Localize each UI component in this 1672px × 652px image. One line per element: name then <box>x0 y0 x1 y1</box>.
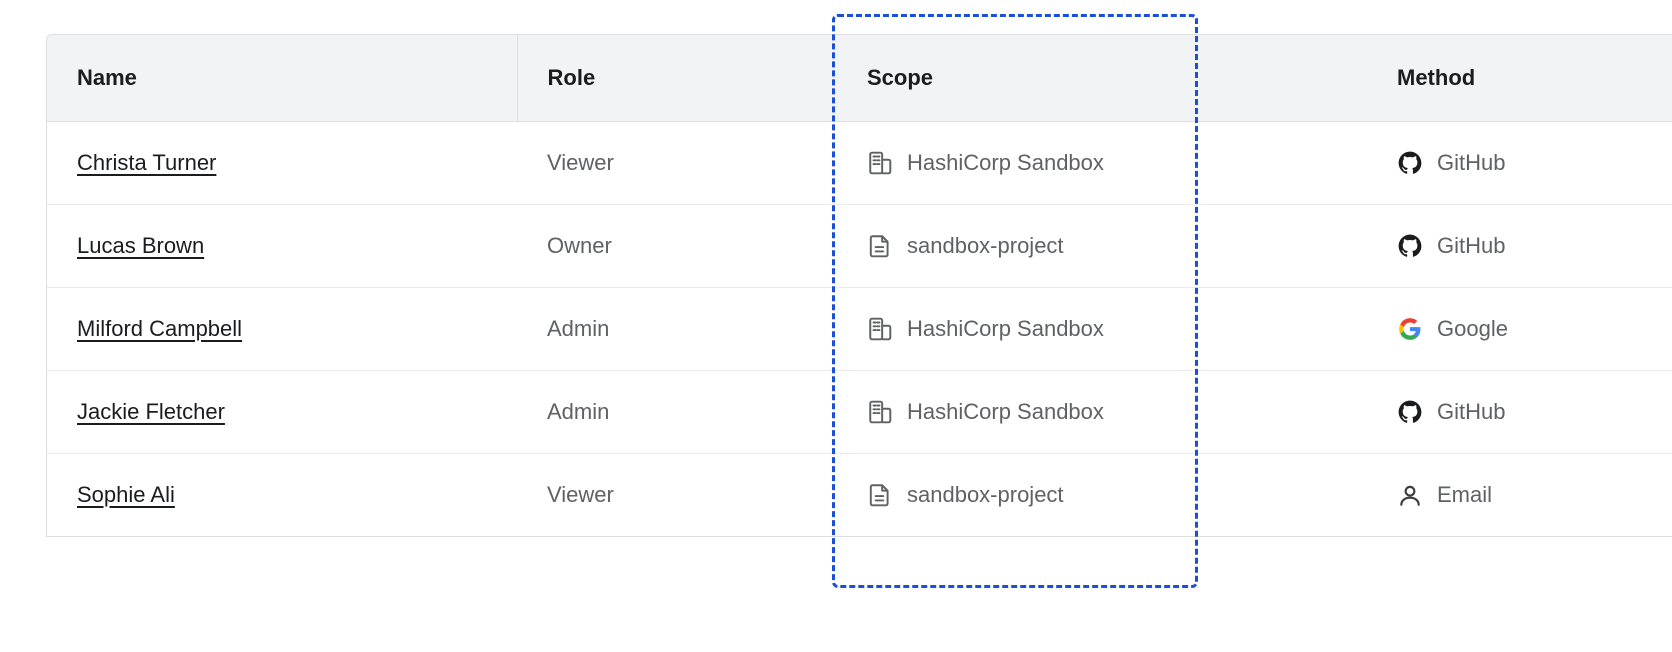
method-text: Google <box>1437 316 1508 342</box>
cell-name: Milford Campbell <box>47 288 517 371</box>
role-text: Viewer <box>547 150 614 175</box>
cell-scope: HashiCorp Sandbox <box>837 288 1367 371</box>
user-name-link[interactable]: Christa Turner <box>77 150 216 175</box>
method-text: GitHub <box>1437 399 1505 425</box>
column-header-role[interactable]: Role <box>517 35 837 122</box>
user-name-link[interactable]: Milford Campbell <box>77 316 242 341</box>
cell-role: Admin <box>517 371 837 454</box>
scope-text: HashiCorp Sandbox <box>907 316 1104 342</box>
cell-role: Viewer <box>517 122 837 205</box>
cell-name: Lucas Brown <box>47 205 517 288</box>
cell-method: GitHub <box>1367 205 1672 288</box>
method-text: GitHub <box>1437 150 1505 176</box>
role-text: Admin <box>547 316 609 341</box>
cell-method: Email <box>1367 454 1672 537</box>
scope-text: HashiCorp Sandbox <box>907 399 1104 425</box>
user-name-link[interactable]: Lucas Brown <box>77 233 204 258</box>
github-icon <box>1397 233 1423 259</box>
method-text: GitHub <box>1437 233 1505 259</box>
github-icon <box>1397 399 1423 425</box>
cell-name: Sophie Ali <box>47 454 517 537</box>
column-header-method[interactable]: Method <box>1367 35 1672 122</box>
organization-icon <box>867 399 893 425</box>
cell-name: Christa Turner <box>47 122 517 205</box>
google-icon <box>1397 316 1423 342</box>
cell-role: Owner <box>517 205 837 288</box>
cell-role: Viewer <box>517 454 837 537</box>
organization-icon <box>867 150 893 176</box>
project-icon <box>867 233 893 259</box>
user-name-link[interactable]: Jackie Fletcher <box>77 399 225 424</box>
cell-scope: HashiCorp Sandbox <box>837 122 1367 205</box>
cell-role: Admin <box>517 288 837 371</box>
organization-icon <box>867 316 893 342</box>
user-icon <box>1397 482 1423 508</box>
cell-method: GitHub <box>1367 371 1672 454</box>
scope-text: sandbox-project <box>907 233 1064 259</box>
cell-scope: sandbox-project <box>837 454 1367 537</box>
column-header-name[interactable]: Name <box>47 35 517 122</box>
cell-scope: sandbox-project <box>837 205 1367 288</box>
table-row: Sophie Ali Viewer sandbox-project Email <box>47 454 1672 537</box>
cell-method: Google <box>1367 288 1672 371</box>
scope-text: sandbox-project <box>907 482 1064 508</box>
table-row: Christa Turner Viewer HashiCorp Sandbox … <box>47 122 1672 205</box>
project-icon <box>867 482 893 508</box>
role-text: Owner <box>547 233 612 258</box>
role-text: Admin <box>547 399 609 424</box>
github-icon <box>1397 150 1423 176</box>
table-row: Milford Campbell Admin HashiCorp Sandbox… <box>47 288 1672 371</box>
cell-name: Jackie Fletcher <box>47 371 517 454</box>
user-name-link[interactable]: Sophie Ali <box>77 482 175 507</box>
users-table: Name Role Scope Method Christa Turner Vi… <box>47 35 1672 536</box>
users-table-container: Name Role Scope Method Christa Turner Vi… <box>46 34 1672 537</box>
cell-scope: HashiCorp Sandbox <box>837 371 1367 454</box>
column-header-scope[interactable]: Scope <box>837 35 1367 122</box>
cell-method: GitHub <box>1367 122 1672 205</box>
role-text: Viewer <box>547 482 614 507</box>
scope-text: HashiCorp Sandbox <box>907 150 1104 176</box>
method-text: Email <box>1437 482 1492 508</box>
table-header-row: Name Role Scope Method <box>47 35 1672 122</box>
table-row: Lucas Brown Owner sandbox-project GitHub <box>47 205 1672 288</box>
table-row: Jackie Fletcher Admin HashiCorp Sandbox … <box>47 371 1672 454</box>
